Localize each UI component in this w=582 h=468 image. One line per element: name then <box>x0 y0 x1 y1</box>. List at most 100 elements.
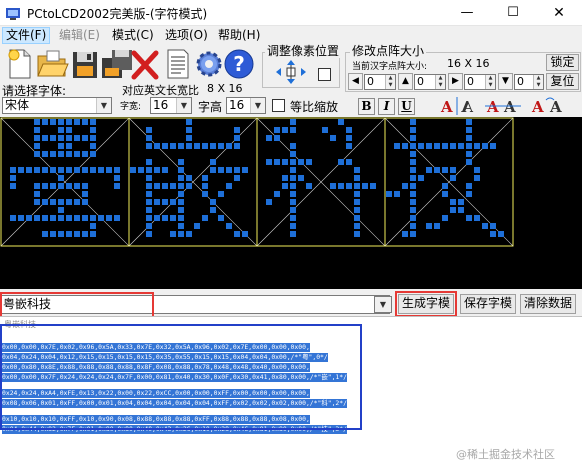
glyph-pixel <box>18 215 24 221</box>
glyph-pixel <box>266 199 272 205</box>
menu-options[interactable]: 选项(O) <box>161 27 212 44</box>
text-input-highlight <box>0 292 154 318</box>
input-history-dropdown[interactable]: ▼ <box>374 296 392 313</box>
glyph-pixel <box>210 143 216 149</box>
italic-button[interactable]: I <box>378 98 395 115</box>
glyph-pixel <box>106 167 112 173</box>
glyph-pixel <box>34 127 40 133</box>
top-margin-spinner[interactable]: 0 ▲ ▼ <box>414 74 446 90</box>
restore-button[interactable]: 复位 <box>546 73 579 90</box>
glyph-pixel <box>234 167 240 173</box>
char-width-select[interactable]: 16 ▼ <box>150 97 192 114</box>
glyph-pixel <box>178 175 184 181</box>
glyph-pixel <box>426 167 432 173</box>
glyph-pixel <box>82 215 88 221</box>
glyph-pixel <box>66 135 72 141</box>
window-title: PCtoLCD2002完美版-(字符模式) <box>27 7 208 21</box>
open-folder-icon[interactable] <box>35 46 69 82</box>
glyph-pixel <box>210 207 216 213</box>
char-height-select[interactable]: 16 ▼ <box>226 97 266 114</box>
bottom-margin-spinner[interactable]: 0 ▲ ▼ <box>514 74 544 90</box>
dot-matrix-canvas[interactable] <box>0 117 582 289</box>
menu-mode[interactable]: 模式(C) <box>108 27 158 44</box>
font-select[interactable]: 宋体 ▼ <box>2 97 112 114</box>
glyph-matrix-preview[interactable] <box>0 117 582 289</box>
mirror-vertical-icon[interactable]: A A <box>484 96 522 116</box>
document-icon[interactable] <box>160 46 194 82</box>
glyph-pixel <box>442 167 448 173</box>
pixel-adjust-checkbox[interactable] <box>318 68 331 81</box>
glyph-pixel <box>218 191 224 197</box>
glyph-pixel <box>418 143 424 149</box>
delete-icon[interactable] <box>128 46 162 82</box>
menu-help[interactable]: 帮助(H) <box>214 27 264 44</box>
save-font-button[interactable]: 保存字模 <box>460 294 516 314</box>
glyph-pixel <box>338 183 344 189</box>
right-margin-spinner[interactable]: 0 ▲ ▼ <box>464 74 496 90</box>
glyph-pixel <box>370 183 376 189</box>
pixel-shift-arrows-icon[interactable] <box>270 58 312 86</box>
glyph-pixel <box>98 167 104 173</box>
glyph-pixel <box>66 119 72 125</box>
glyph-pixel <box>354 231 360 237</box>
glyph-pixel <box>402 183 408 189</box>
clear-data-button[interactable]: 清除数据 <box>520 294 576 314</box>
glyph-pixel <box>34 151 40 157</box>
glyph-pixel <box>34 215 40 221</box>
glyph-pixel <box>146 183 152 189</box>
glyph-pixel <box>34 183 40 189</box>
menu-file[interactable]: 文件(F) <box>2 27 51 44</box>
glyph-pixel <box>410 143 416 149</box>
glyph-pixel <box>450 143 456 149</box>
glyph-pixel <box>194 223 200 229</box>
glyph-pixel <box>170 231 176 237</box>
expand-right-button[interactable]: ▶ <box>448 73 463 90</box>
glyph-pixel <box>458 143 464 149</box>
rotate-glyph-icon[interactable]: A A <box>530 96 570 116</box>
settings-gear-icon[interactable] <box>192 46 226 82</box>
mirror-horizontal-icon[interactable]: A A <box>438 96 476 116</box>
menu-bar: 文件(F) 编辑(E) 模式(C) 选项(O) 帮助(H) <box>0 26 582 45</box>
shrink-left-button[interactable]: ◀ <box>348 73 363 90</box>
glyph-pixel <box>290 159 296 165</box>
proportional-checkbox[interactable] <box>272 99 285 112</box>
glyph-pixel <box>90 127 96 133</box>
glyph-pixel <box>162 143 168 149</box>
left-margin-spinner[interactable]: 0 ▲ ▼ <box>364 74 396 90</box>
bold-button[interactable]: B <box>358 98 375 115</box>
glyph-pixel <box>354 199 360 205</box>
glyph-pixel <box>290 167 296 173</box>
glyph-pixel <box>146 199 152 205</box>
glyph-pixel <box>66 199 72 205</box>
expand-bottom-button[interactable]: ▼ <box>498 73 513 90</box>
close-button[interactable]: ✕ <box>536 0 582 26</box>
glyph-pixel <box>458 207 464 213</box>
glyph-pixel <box>34 119 40 125</box>
glyph-pixel <box>442 215 448 221</box>
shrink-top-button[interactable]: ▲ <box>398 73 413 90</box>
glyph-pixel <box>10 183 16 189</box>
underline-button[interactable]: U <box>398 98 415 115</box>
glyph-pixel <box>146 127 152 133</box>
glyph-pixel <box>42 167 48 173</box>
glyph-pixel <box>466 159 472 165</box>
glyph-pixel <box>346 183 352 189</box>
glyph-pixel <box>266 159 272 165</box>
lock-button[interactable]: 锁定 <box>546 54 579 71</box>
menu-edit[interactable]: 编辑(E) <box>55 27 104 44</box>
glyph-pixel <box>90 143 96 149</box>
glyph-pixel <box>210 199 216 205</box>
new-file-icon[interactable] <box>2 46 36 82</box>
glyph-pixel <box>154 143 160 149</box>
glyph-pixel <box>146 223 152 229</box>
minimize-button[interactable]: — <box>444 0 490 26</box>
help-icon[interactable]: ? <box>222 46 256 82</box>
maximize-button[interactable]: ☐ <box>490 0 536 26</box>
glyph-pixel <box>146 215 152 221</box>
glyph-pixel <box>450 207 456 213</box>
svg-text:?: ? <box>233 52 245 76</box>
save-icon[interactable] <box>68 46 102 82</box>
glyph-pixel <box>274 191 280 197</box>
glyph-pixel <box>298 175 304 181</box>
glyph-pixel <box>442 191 448 197</box>
